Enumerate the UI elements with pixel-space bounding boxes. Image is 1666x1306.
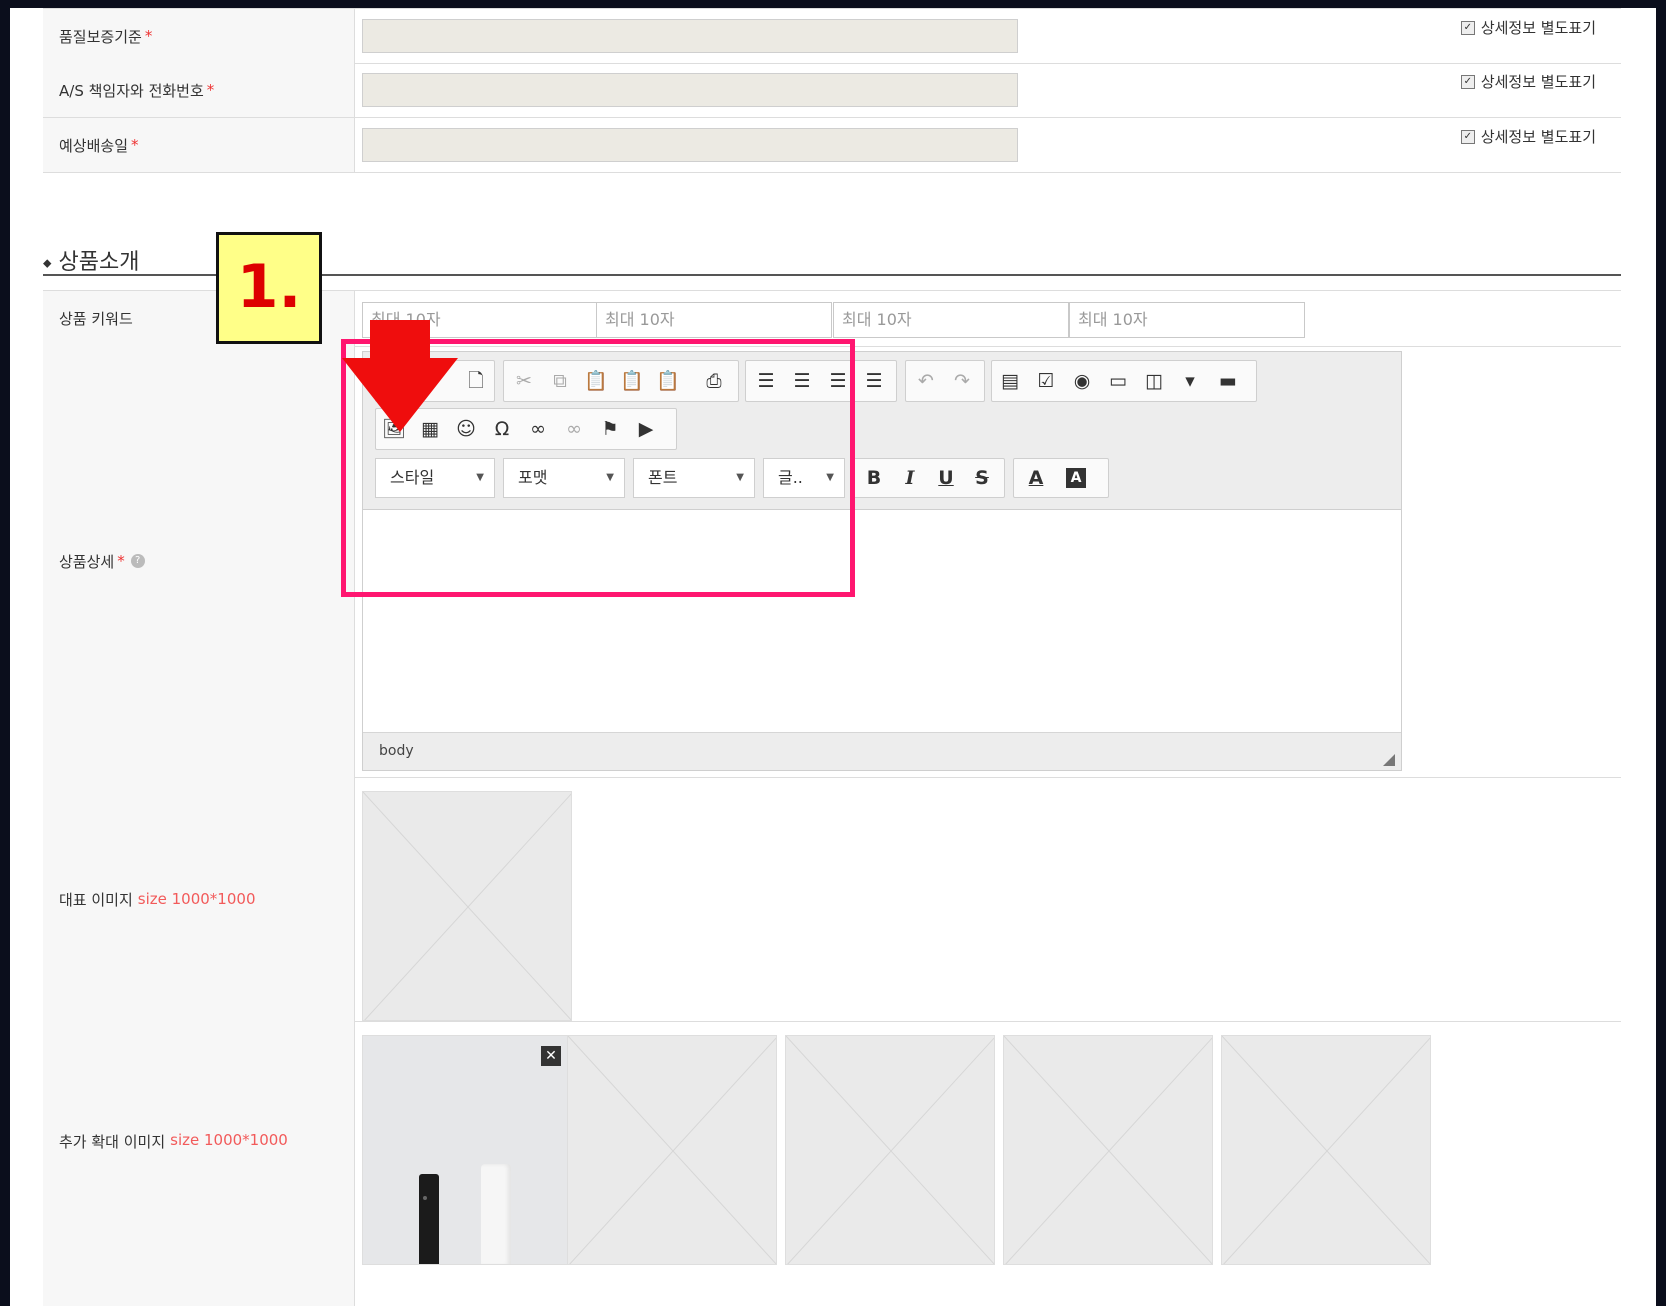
resize-handle-icon[interactable]: [1383, 754, 1395, 766]
extra-image-slot-3[interactable]: [785, 1035, 995, 1265]
undo-icon[interactable]: ↶: [912, 367, 940, 395]
redo-icon[interactable]: ↷: [948, 367, 976, 395]
toolbar-group-undo: ↶ ↷: [905, 360, 985, 402]
section-title: ◆ 상품소개: [43, 250, 140, 275]
detail-label: A/S 책임자와 전화번호 *: [43, 63, 355, 117]
remove-image-icon[interactable]: ✕: [541, 1046, 561, 1066]
extra-images-row: 추가 확대 이미지 size 1000*1000 ✕: [43, 1021, 1621, 1306]
textfield-icon[interactable]: ▭: [1104, 367, 1132, 395]
editor-status-bar: body: [363, 732, 1401, 770]
detail-row-delivery: 예상배송일 * ✓ 상세정보 별도표기: [43, 118, 1621, 173]
main-image-placeholder[interactable]: [362, 791, 572, 1021]
toolbar-group-colors: A A: [1013, 458, 1109, 498]
main-image-row: 대표 이미지 size 1000*1000: [43, 777, 1621, 1022]
extra-images-label: 추가 확대 이미지 size 1000*1000: [43, 1021, 355, 1306]
question-circle-icon[interactable]: ?: [130, 554, 145, 568]
bold-button[interactable]: B: [860, 464, 888, 492]
detail-row-as: A/S 책임자와 전화번호 * ✓ 상세정보 별도표기: [43, 63, 1621, 118]
textarea-icon[interactable]: ◫: [1140, 367, 1168, 395]
toolbar-group-forms: ▤ ☑ ◉ ▭ ◫ ▾ ▬: [991, 360, 1257, 402]
extra-image-slot-4[interactable]: [1003, 1035, 1213, 1265]
checkbox-icon[interactable]: ☑: [1032, 367, 1060, 395]
button-icon[interactable]: ▬: [1214, 367, 1242, 395]
strike-button[interactable]: S: [968, 464, 996, 492]
extra-image-slot-1[interactable]: ✕: [362, 1035, 572, 1265]
as-contact-input[interactable]: [362, 73, 1018, 107]
keyword-input-3[interactable]: 최대 10자: [833, 302, 1069, 338]
editor-label: 상품상세 * ?: [43, 345, 355, 777]
step-badge: 1.: [216, 232, 322, 344]
align-justify-icon[interactable]: ☰: [860, 367, 888, 395]
text-color-button[interactable]: A: [1022, 464, 1050, 492]
underline-button[interactable]: U: [932, 464, 960, 492]
separate-check[interactable]: ✓ 상세정보 별도표기: [1460, 71, 1596, 92]
placeholder-cross-icon: [786, 1036, 994, 1264]
extra-image-slot-5[interactable]: [1221, 1035, 1431, 1265]
delivery-date-input[interactable]: [362, 128, 1018, 162]
keyword-input-2[interactable]: 최대 10자: [596, 302, 832, 338]
radio-icon[interactable]: ◉: [1068, 367, 1096, 395]
main-image-label: 대표 이미지 size 1000*1000: [43, 777, 355, 1021]
checkbox-checked-icon[interactable]: ✓: [1460, 74, 1475, 89]
bg-color-button[interactable]: A: [1066, 468, 1086, 488]
placeholder-cross-icon: [363, 792, 571, 1020]
placeholder-cross-icon: [1222, 1036, 1430, 1264]
product-form-page: 품질보증기준 * ✓ 상세정보 별도표기 A/S 책임자와 전화번호 * ✓ 상세정보 …: [10, 8, 1656, 1306]
element-path[interactable]: body: [379, 743, 414, 759]
separate-check[interactable]: ✓ 상세정보 별도표기: [1460, 126, 1596, 147]
placeholder-cross-icon: [1004, 1036, 1212, 1264]
keyword-input-4[interactable]: 최대 10자: [1069, 302, 1305, 338]
italic-button[interactable]: I: [896, 464, 924, 492]
separate-check[interactable]: ✓ 상세정보 별도표기: [1460, 17, 1596, 38]
checkbox-checked-icon[interactable]: ✓: [1460, 129, 1475, 144]
toolbar-group-basicstyles: B I U S: [853, 458, 1005, 498]
detail-row-quality: 품질보증기준 * ✓ 상세정보 별도표기: [43, 8, 1621, 64]
red-arrow-icon: [342, 320, 458, 432]
product-photo-white-bottle: [481, 1164, 511, 1264]
select-icon[interactable]: ▾: [1176, 367, 1204, 395]
product-photo-black-bottle: [419, 1174, 439, 1264]
detail-label: 품질보증기준 *: [43, 9, 355, 63]
extra-image-slot-2[interactable]: [567, 1035, 777, 1265]
placeholder-cross-icon: [568, 1036, 776, 1264]
product-photo-detail: [423, 1196, 427, 1200]
detail-label: 예상배송일 *: [43, 118, 355, 172]
quality-input[interactable]: [362, 19, 1018, 53]
form-icon[interactable]: ▤: [996, 367, 1024, 395]
checkbox-checked-icon[interactable]: ✓: [1460, 20, 1475, 35]
